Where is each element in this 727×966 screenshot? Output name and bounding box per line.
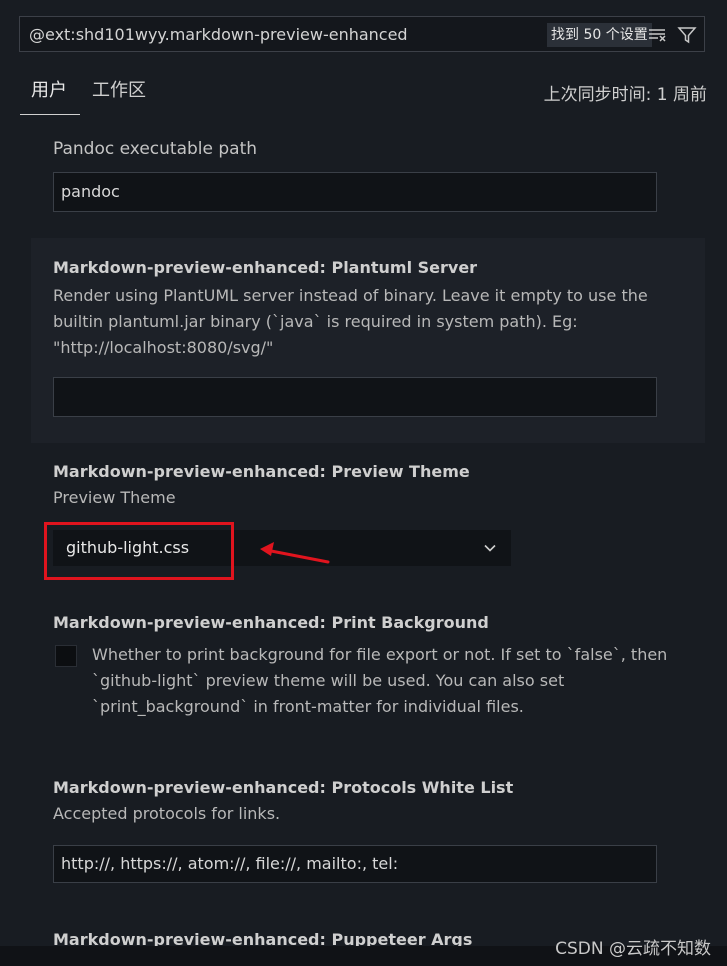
setting-plantuml-server: Markdown-preview-enhanced: Plantuml Serv… (53, 258, 673, 361)
result-count-badge: 找到 50 个设置 (547, 23, 652, 47)
setting-preview-theme: Markdown-preview-enhanced: Preview Theme… (53, 462, 673, 511)
plantuml-server-input[interactable] (53, 377, 657, 417)
print-background-checkbox[interactable] (55, 645, 77, 667)
setting-print-background: Markdown-preview-enhanced: Print Backgro… (53, 613, 673, 632)
setting-title: Markdown-preview-enhanced: Preview Theme (53, 462, 470, 481)
setting-title: Markdown-preview-enhanced: Print Backgro… (53, 613, 489, 632)
annotation-highlight-box (44, 522, 234, 580)
setting-description: Whether to print background for file exp… (92, 645, 668, 716)
setting-title: Pandoc executable path (53, 139, 258, 159)
tab-user[interactable]: 用户 (20, 76, 80, 115)
annotation-arrow-icon (260, 542, 330, 564)
setting-description: Preview Theme (53, 488, 176, 507)
chevron-down-icon (484, 544, 496, 552)
protocols-input[interactable]: http://, https://, atom://, file://, mai… (53, 845, 657, 883)
setting-protocols-white-list: Markdown-preview-enhanced: Protocols Whi… (53, 778, 673, 827)
filter-icon[interactable] (677, 25, 697, 45)
search-input[interactable]: @ext:shd101wyy.markdown-preview-enhanced (29, 17, 408, 53)
tab-workspace[interactable]: 工作区 (92, 76, 146, 102)
clear-filter-icon[interactable] (647, 25, 667, 45)
pandoc-path-input[interactable]: pandoc (53, 172, 657, 212)
setting-title: Markdown-preview-enhanced: Protocols Whi… (53, 778, 514, 797)
settings-search-bar[interactable]: @ext:shd101wyy.markdown-preview-enhanced… (19, 16, 705, 52)
setting-description: Render using PlantUML server instead of … (53, 286, 648, 357)
setting-pandoc-path: Pandoc executable path (53, 136, 673, 162)
sync-status: 上次同步时间: 1 周前 (543, 85, 707, 105)
settings-scope-tabs: 用户 工作区 上次同步时间: 1 周前 (20, 68, 707, 116)
setting-title: Markdown-preview-enhanced: Plantuml Serv… (53, 258, 478, 277)
setting-description: Accepted protocols for links. (53, 804, 281, 823)
watermark: CSDN @云疏不知数 (555, 939, 711, 959)
